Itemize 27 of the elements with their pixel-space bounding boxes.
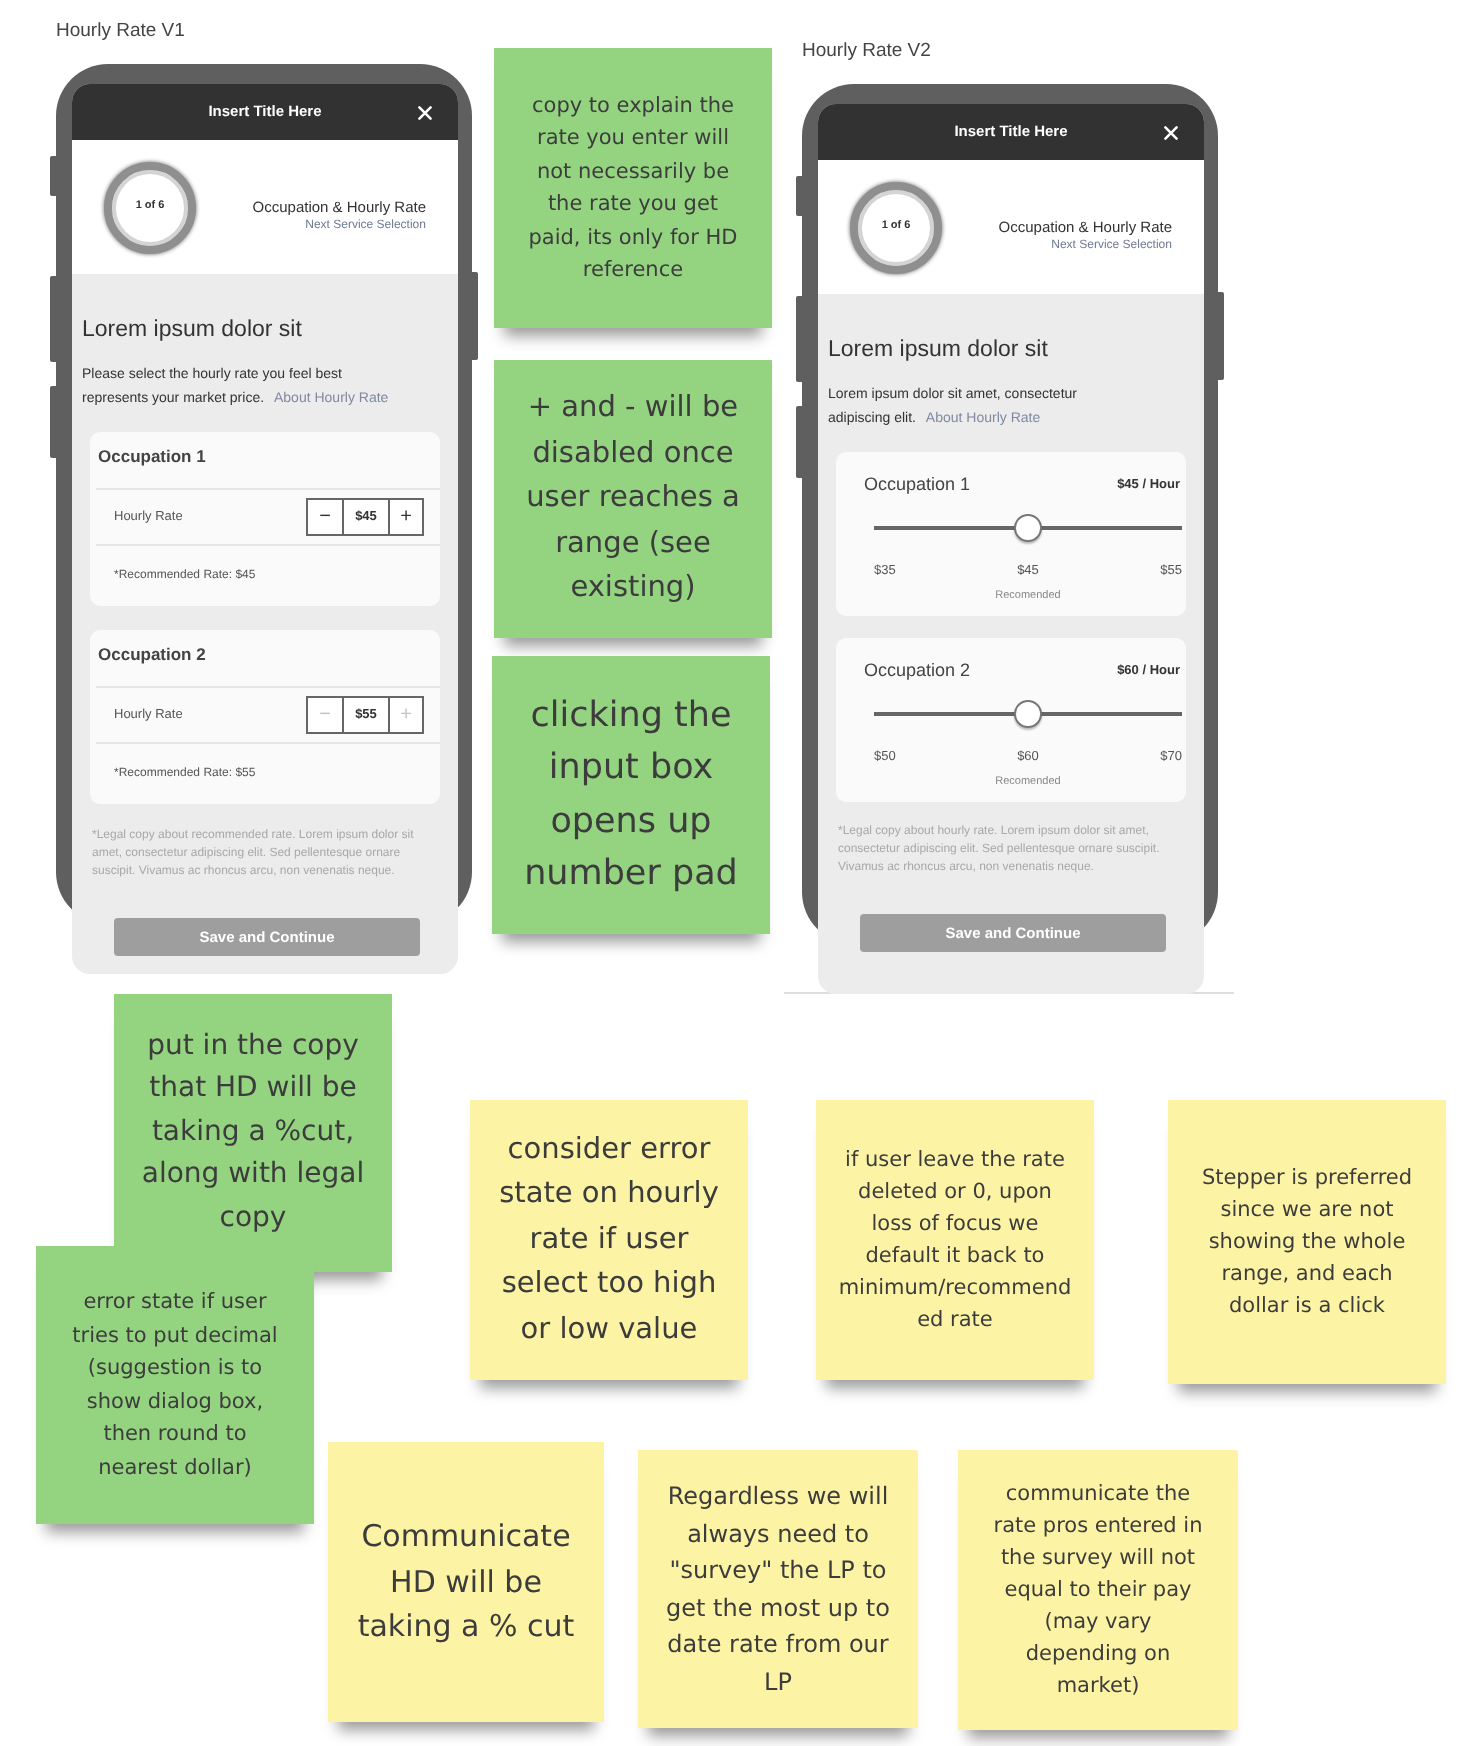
occupation-title: Occupation 2 bbox=[98, 642, 206, 666]
minus-button[interactable]: − bbox=[308, 500, 342, 534]
note-text: copy to explain the rate you enter will not necessarily be the rate you get paid, its only for HD reference bbox=[526, 91, 740, 286]
note-text: put in the copy that HD will be taking a %cut, along with legal copy bbox=[139, 1027, 367, 1238]
occupation-title: Occupation 2 bbox=[864, 658, 971, 682]
note-text: + and - will be disabled once user reaches a range (see existing) bbox=[524, 390, 742, 609]
slider-thumb[interactable] bbox=[1014, 514, 1042, 542]
mockup-label: Hourly Rate V1 bbox=[56, 20, 185, 44]
note-text: clicking the input box opens up number pad bbox=[522, 693, 740, 898]
note-text: Stepper is preferred since we are not showing the whole range, and each dollar is a click bbox=[1199, 1164, 1415, 1322]
section-heading: Lorem ipsum dolor sit bbox=[828, 336, 1048, 364]
close-icon[interactable] bbox=[418, 105, 432, 119]
plus-button[interactable]: + bbox=[390, 500, 422, 534]
mockup-label: Hourly Rate V2 bbox=[802, 40, 931, 64]
rate-slider[interactable] bbox=[874, 514, 1182, 542]
section-heading: Lorem ipsum dolor sit bbox=[82, 316, 302, 344]
note-text: error state if user tries to put decimal (suggestion is to show dialog box, then round to nearest dollar) bbox=[70, 1288, 280, 1483]
close-icon[interactable] bbox=[1164, 125, 1178, 139]
note-text: consider error state on hourly rate if user select too high or low value bbox=[497, 1131, 721, 1350]
rate-slider[interactable] bbox=[874, 700, 1182, 728]
note-text: if user leave the rate deleted or 0, upon loss of focus we default it back to minimum/recommended rate bbox=[838, 1146, 1072, 1336]
note-text: Communicate HD will be taking a % cut bbox=[355, 1516, 577, 1649]
slider-thumb[interactable] bbox=[1014, 700, 1042, 728]
occupation-title: Occupation 1 bbox=[864, 472, 971, 496]
note-text: communicate the rate pros entered in the survey will not equal to their pay (may vary depending on market) bbox=[991, 1480, 1205, 1702]
occupation-title: Occupation 1 bbox=[98, 444, 206, 468]
note-text: Regardless we will always need to "survey" the LP to get the most up to date rate from our LP bbox=[664, 1480, 892, 1699]
